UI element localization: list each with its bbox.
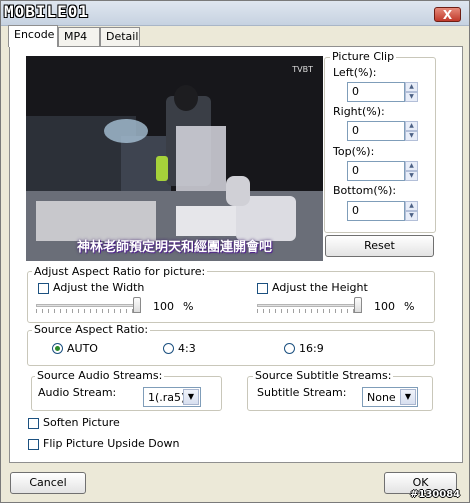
top-clip-label: Top(%): — [333, 145, 375, 158]
tab-detail[interactable]: Detail — [100, 27, 140, 46]
cancel-button[interactable]: Cancel — [10, 472, 86, 494]
left-clip-label: Left(%): — [333, 66, 377, 79]
spin-up-icon[interactable]: ▲ — [405, 121, 418, 131]
mobile01-logo: MOBILE01 — [4, 2, 90, 21]
video-frame-image — [26, 56, 323, 261]
dialog-window: MOBILE01 X Encode MP4 Detail TVBT 神林老師預定… — [0, 0, 470, 503]
right-clip-stepper[interactable]: 0 ▲ ▼ — [347, 121, 419, 141]
right-clip-label: Right(%): — [333, 105, 385, 118]
source-aspect-title: Source Aspect Ratio: — [32, 323, 151, 336]
height-value: 100 — [374, 300, 395, 313]
aspect-16-9-label: 16:9 — [299, 342, 324, 355]
picture-clip-title: Picture Clip — [330, 50, 397, 63]
spin-up-icon[interactable]: ▲ — [405, 161, 418, 171]
width-unit: % — [183, 300, 194, 313]
left-clip-input[interactable]: 0 — [347, 82, 405, 102]
width-slider-thumb[interactable] — [133, 297, 141, 313]
reset-button[interactable]: Reset — [325, 235, 434, 257]
right-clip-input[interactable]: 0 — [347, 121, 405, 141]
subtitle-stream-select[interactable]: None ▼ — [362, 387, 418, 407]
top-clip-input[interactable]: 0 — [347, 161, 405, 181]
aspect-16-9-radio[interactable] — [284, 343, 295, 354]
left-clip-stepper[interactable]: 0 ▲ ▼ — [347, 82, 419, 102]
video-subtitle: 神林老師預定明天和經團連開會吧 — [76, 240, 272, 255]
adjust-width-checkbox[interactable] — [38, 283, 49, 294]
tab-mp4[interactable]: MP4 — [58, 27, 100, 46]
aspect-4-3-radio[interactable] — [163, 343, 174, 354]
watermark-id: #130084 — [410, 489, 461, 500]
audio-stream-value: 1(.ra5) — [148, 391, 186, 404]
subtitle-stream-label: Subtitle Stream: — [257, 386, 347, 399]
bottom-clip-input[interactable]: 0 — [347, 201, 405, 221]
video-preview: TVBT 神林老師預定明天和經團連開會吧 — [26, 56, 323, 261]
aspect-adjust-title: Adjust Aspect Ratio for picture: — [32, 265, 208, 278]
spin-down-icon[interactable]: ▼ — [405, 131, 418, 141]
flip-picture-checkbox[interactable] — [28, 439, 39, 450]
adjust-height-checkbox[interactable] — [257, 283, 268, 294]
width-slider[interactable] — [36, 297, 141, 315]
width-value: 100 — [153, 300, 174, 313]
tab-encode[interactable]: Encode — [8, 25, 58, 47]
soften-picture-label: Soften Picture — [43, 416, 120, 429]
subtitle-streams-title: Source Subtitle Streams: — [253, 369, 394, 382]
adjust-height-label: Adjust the Height — [272, 281, 368, 294]
close-button[interactable]: X — [434, 7, 461, 22]
title-bar: MOBILE01 X — [1, 1, 469, 26]
soften-picture-checkbox[interactable] — [28, 418, 39, 429]
bottom-clip-stepper[interactable]: 0 ▲ ▼ — [347, 201, 419, 221]
spin-down-icon[interactable]: ▼ — [405, 92, 418, 102]
chevron-down-icon[interactable]: ▼ — [183, 389, 199, 405]
audio-streams-title: Source Audio Streams: — [35, 369, 165, 382]
aspect-auto-label: AUTO — [67, 342, 98, 355]
aspect-auto-radio[interactable] — [52, 343, 63, 354]
subtitle-stream-value: None — [367, 391, 396, 404]
channel-logo: TVBT — [292, 65, 313, 74]
spin-down-icon[interactable]: ▼ — [405, 171, 418, 181]
adjust-width-label: Adjust the Width — [53, 281, 145, 294]
bottom-clip-label: Bottom(%): — [333, 184, 397, 197]
audio-stream-label: Audio Stream: — [38, 386, 117, 399]
audio-stream-select[interactable]: 1(.ra5) ▼ — [143, 387, 201, 407]
spin-up-icon[interactable]: ▲ — [405, 82, 418, 92]
height-slider-thumb[interactable] — [354, 297, 362, 313]
height-unit: % — [404, 300, 415, 313]
flip-picture-label: Flip Picture Upside Down — [43, 437, 180, 450]
spin-up-icon[interactable]: ▲ — [405, 201, 418, 211]
height-slider[interactable] — [257, 297, 362, 315]
chevron-down-icon[interactable]: ▼ — [400, 389, 416, 405]
top-clip-stepper[interactable]: 0 ▲ ▼ — [347, 161, 419, 181]
spin-down-icon[interactable]: ▼ — [405, 211, 418, 221]
aspect-4-3-label: 4:3 — [178, 342, 196, 355]
